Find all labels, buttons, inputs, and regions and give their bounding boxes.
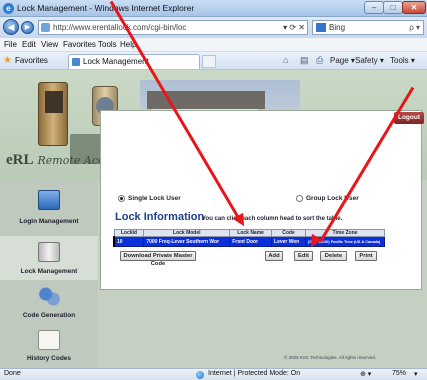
page-icon (41, 23, 50, 32)
column-header-lock-model[interactable]: Lock Model (143, 229, 231, 237)
brand-name: eRL (6, 152, 34, 168)
home-icon[interactable]: ⌂ (283, 55, 288, 65)
column-header-code[interactable]: Code (271, 229, 306, 237)
gears-icon (38, 286, 60, 306)
lock-icon (38, 242, 60, 262)
address-bar: ◀ ▶ http://www.erentallock.com/cgi-bin/l… (0, 17, 427, 38)
status-bar: Done Internet | Protected Mode: On ⊕ ▾ 7… (0, 368, 427, 380)
maximize-button[interactable]: □ (383, 1, 403, 14)
internet-zone-icon (196, 371, 204, 379)
ie-icon: e (3, 3, 14, 14)
copyright-footer: © 2008 KSC Technologies. All rights rese… (284, 355, 377, 360)
download-master-code-button[interactable]: Download Private Master Code (120, 251, 196, 267)
print-icon[interactable]: ⎙ (316, 55, 323, 66)
sidebar-item-label: History Codes (26, 355, 72, 362)
feeds-icon[interactable]: ▤ (300, 55, 309, 66)
back-button[interactable]: ◀ (3, 19, 19, 35)
sidebar-item-login-management[interactable]: Login Management (0, 186, 98, 234)
url-text: http://www.erentallock.com/cgi-bin/loc (53, 23, 187, 32)
search-icon[interactable]: ρ ▾ (409, 21, 420, 34)
tab-page-icon (72, 58, 80, 66)
sidebar-item-label: Code Generation (22, 312, 76, 319)
forward-button[interactable]: ▶ (21, 21, 34, 34)
menu-bar: File Edit View Favorites Tools Help (0, 38, 427, 52)
tab-lock-management[interactable]: Lock Management (68, 54, 200, 69)
new-tab-button[interactable] (202, 55, 216, 68)
close-button[interactable]: ✕ (402, 1, 426, 14)
print-button[interactable]: Print (355, 251, 377, 261)
sidebar-item-code-generation[interactable]: Code Generation (0, 284, 98, 324)
tab-label: Lock Management (83, 57, 149, 66)
lock-table: LockId Lock Model Lock Name Code Time Zo… (113, 229, 386, 247)
group-lock-user-radio[interactable] (296, 195, 303, 202)
single-lock-user-radio[interactable] (118, 195, 125, 202)
document-icon (38, 330, 60, 350)
tools-menu[interactable]: Tools ▾ (390, 56, 415, 65)
table-cell: Front Door (229, 236, 273, 247)
favorites-star-icon[interactable]: ★ (3, 55, 12, 66)
group-lock-user-label: Group Lock User (306, 195, 359, 202)
minimize-button[interactable]: – (364, 1, 384, 14)
sidebar-item-lock-management[interactable]: Lock Management (0, 236, 98, 280)
column-header-time-zone[interactable]: Time Zone (304, 229, 386, 237)
url-field[interactable]: http://www.erentallock.com/cgi-bin/loc ▾… (38, 20, 308, 35)
monitor-icon (38, 190, 60, 210)
search-input[interactable]: Bing ρ ▾ (312, 20, 424, 35)
zoom-dropdown-icon[interactable]: ▾ (414, 370, 418, 378)
table-row[interactable]: 10 7000 Freq-Lever Southern Wor Front Do… (113, 236, 386, 247)
protected-mode-icon[interactable]: ⊕ ▾ (360, 370, 371, 378)
safety-menu[interactable]: Safety ▾ (355, 56, 384, 65)
menu-edit[interactable]: Edit (22, 40, 36, 49)
sidebar-item-history-codes[interactable]: History Codes (0, 328, 98, 368)
zoom-level[interactable]: 75% (392, 370, 406, 377)
sidebar-item-label: Login Management (19, 218, 79, 225)
menu-favorites[interactable]: Favorites (63, 40, 96, 49)
column-header-lock-name[interactable]: Lock Name (229, 229, 273, 237)
section-title: Lock Information (115, 211, 205, 223)
menu-file[interactable]: File (4, 40, 17, 49)
sidebar: Login Management Lock Management Code Ge… (0, 180, 98, 368)
url-controls[interactable]: ▾ ⟳ ✕ (283, 21, 305, 34)
table-cell: 10 (113, 236, 145, 247)
bing-icon (316, 23, 326, 32)
column-header-lockid[interactable]: LockId (113, 229, 145, 237)
status-text: Done (4, 370, 21, 377)
sidebar-item-label: Lock Management (20, 268, 78, 275)
table-cell: Lever Wen (271, 236, 306, 247)
keypad-lock-image (38, 82, 68, 146)
sort-hint: You can click each column head to sort t… (202, 216, 343, 222)
window-title: Lock Management - Windows Internet Explo… (17, 3, 195, 13)
single-lock-user-label: Single Lock User (128, 195, 181, 202)
menu-tools[interactable]: Tools (98, 40, 117, 49)
favorites-bar: ★ Favorites Lock Management ⌂ ▤ ⎙ Page ▾… (0, 52, 427, 70)
favorites-button[interactable]: Favorites (15, 56, 48, 65)
edit-button[interactable]: Edit (294, 251, 313, 261)
delete-button[interactable]: Delete (320, 251, 347, 261)
table-cell: 7000 Freq-Lever Southern Wor (143, 236, 231, 247)
page-menu[interactable]: Page ▾ (330, 56, 355, 65)
window-titlebar: e Lock Management - Windows Internet Exp… (0, 0, 427, 17)
security-zone-text: Internet | Protected Mode: On (208, 370, 301, 377)
menu-view[interactable]: View (41, 40, 58, 49)
search-engine-label: Bing (329, 23, 346, 32)
add-button[interactable]: Add (265, 251, 283, 261)
